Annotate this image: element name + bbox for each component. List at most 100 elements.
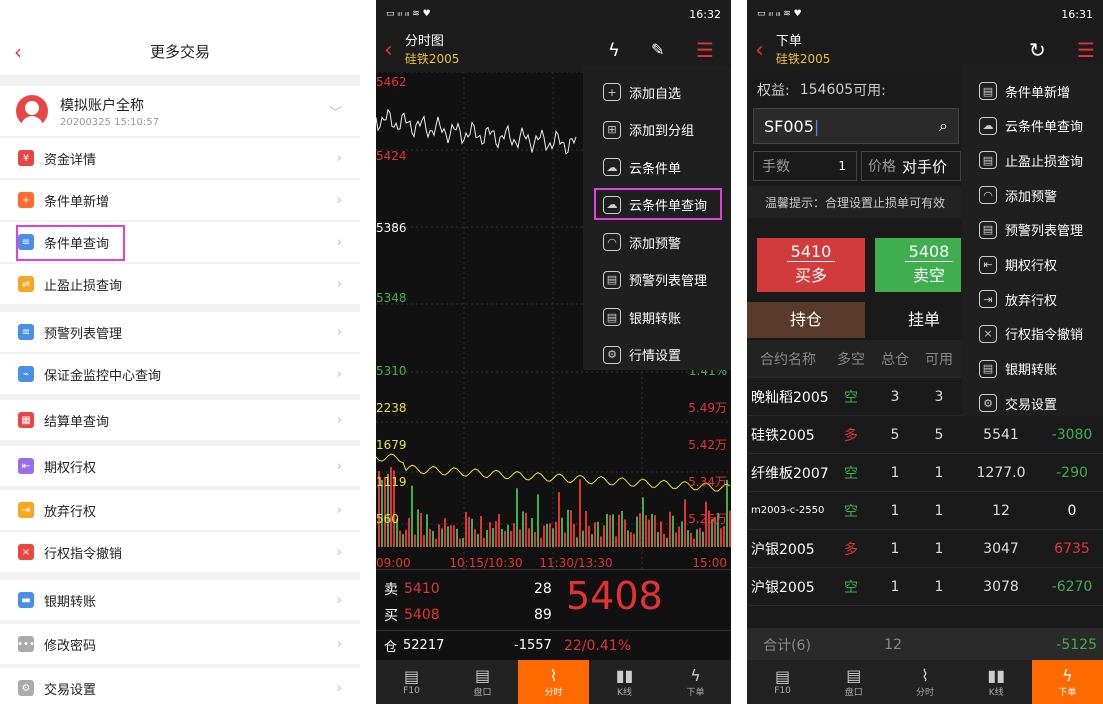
menu-item[interactable]: ⚙ 交易设置 › bbox=[0, 668, 360, 704]
volume-bar bbox=[630, 532, 632, 547]
hands-field[interactable]: 手数 1 bbox=[753, 151, 857, 181]
dropdown-item[interactable]: ◠ 添加预警 bbox=[583, 226, 731, 258]
table-row[interactable]: 沪银2005 多 1 1 3047 6735 bbox=[747, 530, 1103, 568]
volume-bar bbox=[486, 530, 488, 547]
dropdown-item-icon: ◠ bbox=[979, 186, 997, 204]
dropdown-item[interactable]: + 添加自选 bbox=[583, 76, 731, 108]
dropdown-item[interactable]: ▤ 条件单新增 bbox=[961, 76, 1103, 106]
dropdown-item[interactable]: ▤ 预警列表管理 bbox=[961, 215, 1103, 245]
volume-bar bbox=[699, 528, 701, 547]
dropdown-item[interactable]: ⇥ 放弃行权 bbox=[961, 284, 1103, 314]
volume-bar bbox=[456, 529, 458, 547]
dropdown-item-label: 银期转账 bbox=[1005, 359, 1057, 378]
volume-tick: 5.34万 bbox=[688, 475, 727, 489]
buy-long-button[interactable]: 5410 买多 bbox=[757, 238, 865, 292]
chevron-right-icon: › bbox=[337, 503, 342, 518]
dropdown-item-label: 期权行权 bbox=[1005, 255, 1057, 274]
menu-item[interactable]: ¥ 资金详情 › bbox=[0, 138, 360, 178]
volume-bar bbox=[405, 530, 407, 547]
page-title: 分时图 bbox=[405, 34, 460, 50]
dropdown-item[interactable]: ▤ 银期转账 bbox=[961, 354, 1103, 384]
tab-分时[interactable]: ⌇ 分时 bbox=[889, 660, 960, 704]
menu-item[interactable]: ⇤ 期权行权 › bbox=[0, 446, 360, 486]
refresh-icon[interactable]: ↻ bbox=[1029, 38, 1046, 62]
menu-item[interactable]: ⇥ 放弃行权 › bbox=[0, 490, 360, 530]
dropdown-item[interactable]: × 行权指令撤销 bbox=[961, 319, 1103, 349]
menu-item[interactable]: + 条件单新增 › bbox=[0, 180, 360, 220]
dropdown-item[interactable]: ⊞ 添加到分组 bbox=[583, 114, 731, 146]
tab-盘口[interactable]: ▤ 盘口 bbox=[447, 660, 518, 704]
table-cell: 1 bbox=[917, 465, 961, 481]
menu-item-label: 交易设置 bbox=[44, 679, 96, 698]
search-icon[interactable]: ⌕ bbox=[939, 116, 948, 136]
menu-item[interactable]: ▬ 银期转账 › bbox=[0, 580, 360, 620]
back-icon[interactable]: ‹ bbox=[384, 38, 393, 63]
dropdown-item[interactable]: ⚙ 交易设置 bbox=[961, 388, 1103, 418]
menu-item[interactable]: ⇌ 止盈止损查询 › bbox=[0, 264, 360, 304]
dropdown-item[interactable]: ☁ 云条件单 bbox=[583, 151, 731, 183]
menu-item[interactable]: ⌁ 保证金监控中心查询 › bbox=[0, 354, 360, 394]
tab-持仓[interactable]: 持仓 bbox=[747, 302, 865, 338]
code-input[interactable]: SF005 | ⌕ bbox=[753, 108, 959, 144]
account-row[interactable]: 模拟账户全称 20200325 15:10:57 ﹀ bbox=[0, 86, 360, 136]
chevron-down-icon[interactable]: ﹀ bbox=[329, 102, 342, 121]
back-icon[interactable]: ‹ bbox=[755, 38, 764, 63]
menu-item[interactable]: ≡ 预警列表管理 › bbox=[0, 312, 360, 352]
tab-label: K线 bbox=[617, 685, 632, 698]
volume-bar bbox=[720, 528, 722, 547]
tab-下单[interactable]: ϟ 下单 bbox=[660, 660, 731, 704]
volume-bar bbox=[501, 529, 503, 547]
menu-item[interactable]: ▦ 结算单查询 › bbox=[0, 400, 360, 440]
volume-bar bbox=[648, 520, 650, 547]
menu-item[interactable]: ••• 修改密码 › bbox=[0, 624, 360, 664]
menu-item[interactable]: × 行权指令撤销 › bbox=[0, 532, 360, 572]
price-line bbox=[376, 110, 576, 154]
tab-K线[interactable]: ▮▮ K线 bbox=[589, 660, 660, 704]
tab-盘口[interactable]: ▤ 盘口 bbox=[818, 660, 889, 704]
menu-item-icon: ▬ bbox=[18, 592, 34, 608]
dropdown-item[interactable]: ◠ 添加预警 bbox=[961, 180, 1103, 210]
total-qty: 12 bbox=[871, 637, 915, 653]
tab-分时[interactable]: ⌇ 分时 bbox=[518, 660, 589, 704]
pen-icon[interactable]: ✎ bbox=[651, 40, 664, 59]
table-row[interactable]: m2003-c-2550 空 1 1 12 0 bbox=[747, 492, 1103, 530]
dropdown-item[interactable]: ▤ 预警列表管理 bbox=[583, 264, 731, 296]
tab-label: F10 bbox=[403, 686, 420, 696]
time-tick: 11:30/13:30 bbox=[539, 556, 612, 570]
volume-bar bbox=[687, 530, 689, 547]
table-row[interactable]: 硅铁2005 多 5 5 5541 -3080 bbox=[747, 416, 1103, 454]
volume-tick: 2238 bbox=[376, 401, 407, 415]
volume-bar bbox=[417, 509, 419, 547]
dropdown-item[interactable]: ▤ 银期转账 bbox=[583, 301, 731, 333]
dropdown-item-icon: × bbox=[979, 325, 997, 343]
price-field[interactable]: 价格 对手价 bbox=[861, 151, 961, 181]
dropdown-item[interactable]: ⇤ 期权行权 bbox=[961, 250, 1103, 280]
dropdown-item[interactable]: ⚙ 行情设置 bbox=[583, 339, 731, 371]
dropdown-item[interactable]: ▤ 止盈止损查询 bbox=[961, 145, 1103, 175]
back-icon[interactable]: ‹ bbox=[14, 40, 22, 64]
menu-item-label: 期权行权 bbox=[44, 457, 96, 476]
tab-F10[interactable]: ▤ F10 bbox=[376, 660, 447, 704]
table-row[interactable]: 沪银2005 空 1 1 3078 -6270 bbox=[747, 568, 1103, 606]
tab-K线[interactable]: ▮▮ K线 bbox=[961, 660, 1032, 704]
volume-bar bbox=[447, 526, 449, 547]
table-cell: 5 bbox=[873, 427, 917, 443]
bid-price: 5408 bbox=[404, 607, 440, 623]
volume-tick: 5.26万 bbox=[688, 512, 727, 526]
volume-bar bbox=[450, 525, 452, 547]
table-row[interactable]: 纤维板2007 空 1 1 1277.0 -290 bbox=[747, 454, 1103, 492]
flash-icon[interactable]: ϟ bbox=[608, 40, 620, 61]
tab-label: 下单 bbox=[1058, 685, 1076, 698]
table-cell: 1 bbox=[873, 465, 917, 481]
column-header: 多空 bbox=[829, 349, 873, 369]
time-tick: 09:00 bbox=[376, 556, 411, 570]
code-value: SF005 bbox=[764, 117, 814, 136]
menu-item-icon: ⚙ bbox=[18, 680, 34, 696]
dropdown-item[interactable]: ☁ 云条件单查询 bbox=[961, 111, 1103, 141]
menu-icon[interactable]: ☰ bbox=[696, 38, 714, 62]
tab-下单[interactable]: ϟ 下单 bbox=[1032, 660, 1103, 704]
tab-F10[interactable]: ▤ F10 bbox=[747, 660, 818, 704]
chevron-right-icon: › bbox=[337, 681, 342, 696]
tab-label: 分时 bbox=[544, 685, 562, 698]
menu-icon[interactable]: ☰ bbox=[1077, 38, 1095, 62]
